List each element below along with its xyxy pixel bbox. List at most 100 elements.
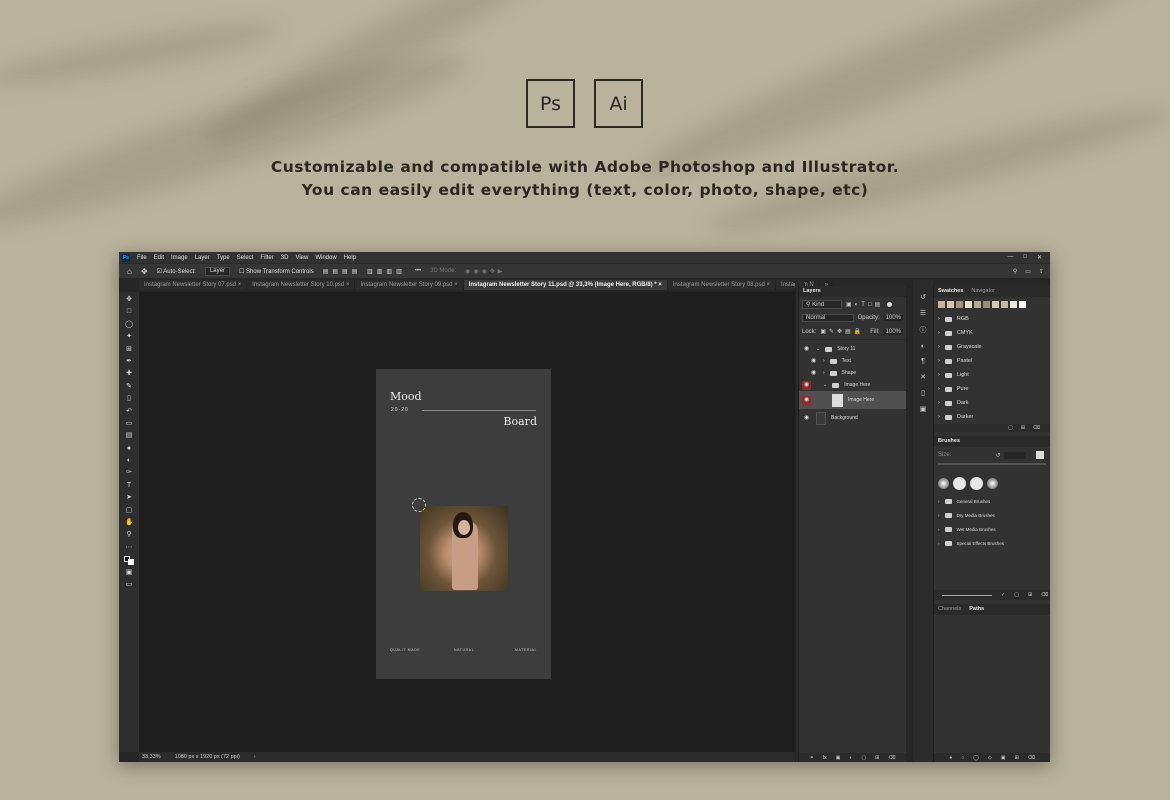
color-swatch[interactable]	[1019, 301, 1026, 308]
more-icon[interactable]: •••	[415, 268, 421, 274]
layer-row[interactable]: ◉ ⌄ Story 11	[799, 343, 906, 355]
menu-edit[interactable]: Edit	[154, 255, 164, 261]
brush-size-slider-icon[interactable]	[942, 594, 992, 596]
visibility-eye-icon[interactable]: ◉	[802, 380, 811, 390]
chevron-right-icon[interactable]: ›	[823, 358, 825, 364]
swatch-group[interactable]: › Darker	[934, 410, 1050, 424]
menu-image[interactable]: Image	[171, 255, 188, 261]
brush-group[interactable]: › Special Effects Brushes	[934, 536, 1050, 550]
eyedropper-icon[interactable]: ✒	[125, 358, 133, 366]
color-swatch-icon[interactable]	[124, 556, 134, 566]
tab-close-icon[interactable]: ×	[346, 282, 350, 288]
tab-paths[interactable]: Paths	[969, 604, 984, 615]
tab-close-icon[interactable]: ×	[238, 282, 242, 288]
info-icon[interactable]: ⓘ	[920, 325, 927, 335]
dodge-tool-icon[interactable]: ◐	[125, 457, 133, 465]
brush-size-slider[interactable]	[938, 463, 1046, 465]
healing-brush-icon[interactable]: ✚	[125, 370, 133, 378]
layer-select-dropdown[interactable]: Layer	[204, 266, 230, 276]
move-tool-icon[interactable]: ✥	[141, 267, 148, 276]
brushes-panel-title[interactable]: Brushes	[934, 436, 1050, 447]
visibility-eye-icon[interactable]: ◉	[802, 395, 811, 405]
minimize-icon[interactable]: —	[1007, 254, 1013, 261]
tab-document[interactable]: Instagram Newsletter Story 07.psd ×	[139, 280, 248, 290]
group-icon[interactable]: ▢	[861, 755, 866, 761]
layer-row[interactable]: ◉ Background	[799, 409, 906, 427]
mask-icon[interactable]: ▣	[836, 755, 841, 761]
maximize-icon[interactable]: □	[1023, 254, 1027, 261]
brush-group[interactable]: › Dry Media Brushes	[934, 508, 1050, 522]
selection-icon[interactable]: ◯	[973, 755, 979, 761]
color-swatch[interactable]	[956, 301, 963, 308]
color-swatch[interactable]	[974, 301, 981, 308]
filter-toggle-icon[interactable]	[887, 302, 893, 307]
tab-channels[interactable]: Channels	[938, 604, 961, 615]
swatch-group[interactable]: › Light	[934, 368, 1050, 382]
artboard[interactable]: Mood 20-20 Board QUALIT MADE NATURAL MAT…	[376, 369, 551, 679]
mask-icon[interactable]: ▣	[1001, 755, 1006, 761]
color-swatch[interactable]	[965, 301, 972, 308]
adjustment-icon[interactable]: ◐	[849, 755, 852, 761]
visibility-eye-icon[interactable]: ◉	[809, 357, 818, 366]
menu-3d[interactable]: 3D	[281, 255, 289, 261]
fx-icon[interactable]: fx	[823, 755, 827, 761]
brush-tool-icon[interactable]: ✎	[125, 383, 133, 391]
folder-icon[interactable]: ▢	[1014, 592, 1019, 598]
tab-close-icon[interactable]: ×	[767, 282, 771, 288]
show-transform-checkbox[interactable]: ☐ Show Transform Controls	[239, 268, 314, 275]
swatch-group[interactable]: › RGB	[934, 312, 1050, 326]
properties-icon[interactable]: ☰	[920, 309, 926, 317]
fill-path-icon[interactable]: ●	[949, 755, 952, 761]
canvas-area[interactable]: Mood 20-20 Board QUALIT MADE NATURAL MAT…	[139, 292, 795, 752]
layer-row-selected[interactable]: ◉ Image Here	[799, 391, 906, 409]
new-brush-icon[interactable]: ⊞	[1028, 592, 1032, 598]
libraries-icon[interactable]: ▣	[920, 405, 927, 413]
color-swatch[interactable]	[947, 301, 954, 308]
quick-mask-icon[interactable]: ▣	[125, 569, 133, 577]
swatch-group[interactable]: › Pure	[934, 382, 1050, 396]
close-icon[interactable]: ✕	[1037, 254, 1042, 261]
chevron-right-icon[interactable]: ›	[823, 370, 825, 376]
screen-mode-icon[interactable]: ▭	[125, 581, 133, 589]
3d-mode-icons[interactable]: ◉◉◉✥▶	[465, 268, 505, 275]
menu-filter[interactable]: Filter	[260, 255, 273, 261]
artboard-photo[interactable]	[420, 506, 508, 591]
layer-row[interactable]: ◉ › Text	[799, 355, 906, 367]
brush-settings-icon[interactable]	[1036, 451, 1045, 459]
soft-brush-icon[interactable]	[987, 478, 998, 489]
link-icon[interactable]: ⚭	[810, 755, 814, 761]
history-icon[interactable]: ↺	[920, 293, 926, 301]
folder-icon[interactable]: ▢	[1008, 425, 1013, 431]
soft-brush-icon[interactable]	[938, 478, 949, 489]
visibility-eye-icon[interactable]: ◉	[802, 414, 811, 423]
type-tool-icon[interactable]: T	[125, 482, 133, 490]
swatch-group[interactable]: › Dark	[934, 396, 1050, 410]
lasso-tool-icon[interactable]: ◯	[125, 321, 133, 329]
brush-group[interactable]: › Wet Media Brushes	[934, 522, 1050, 536]
color-swatch[interactable]	[1010, 301, 1017, 308]
hard-brush-icon[interactable]	[970, 477, 983, 490]
lock-icons[interactable]: ▣✎✥▤🔒	[820, 328, 864, 335]
menu-window[interactable]: Window	[315, 255, 336, 261]
character-icon[interactable]: ▯	[921, 389, 925, 397]
zoom-tool-icon[interactable]: ⚲	[125, 531, 133, 539]
swatch-group[interactable]: › Pastel	[934, 354, 1050, 368]
menu-type[interactable]: Type	[217, 255, 230, 261]
opacity-input[interactable]: 100%	[883, 315, 903, 321]
hand-tool-icon[interactable]: ✋	[125, 519, 134, 527]
more-tools-icon[interactable]: ⋯	[125, 544, 133, 552]
workspace-icon[interactable]: ▭	[1025, 268, 1031, 275]
crop-tool-icon[interactable]: ⊞	[125, 346, 133, 354]
tab-navigator[interactable]: Navigator	[971, 286, 995, 297]
color-swatch[interactable]	[938, 301, 945, 308]
home-icon[interactable]: ⌂	[127, 267, 132, 276]
shape-tool-icon[interactable]: ▢	[125, 507, 133, 515]
gradient-tool-icon[interactable]: ▤	[125, 432, 133, 440]
trash-icon[interactable]: ⌫	[1033, 425, 1040, 431]
tab-document[interactable]: Instagram Newsletter Story 09.psd ×	[355, 280, 464, 290]
marquee-tool-icon[interactable]: □	[125, 308, 133, 316]
color-swatch[interactable]	[1001, 301, 1008, 308]
visibility-eye-icon[interactable]: ◉	[802, 345, 811, 354]
new-layer-icon[interactable]: ⊞	[875, 755, 879, 761]
zoom-level[interactable]: 33,33%	[142, 754, 161, 760]
